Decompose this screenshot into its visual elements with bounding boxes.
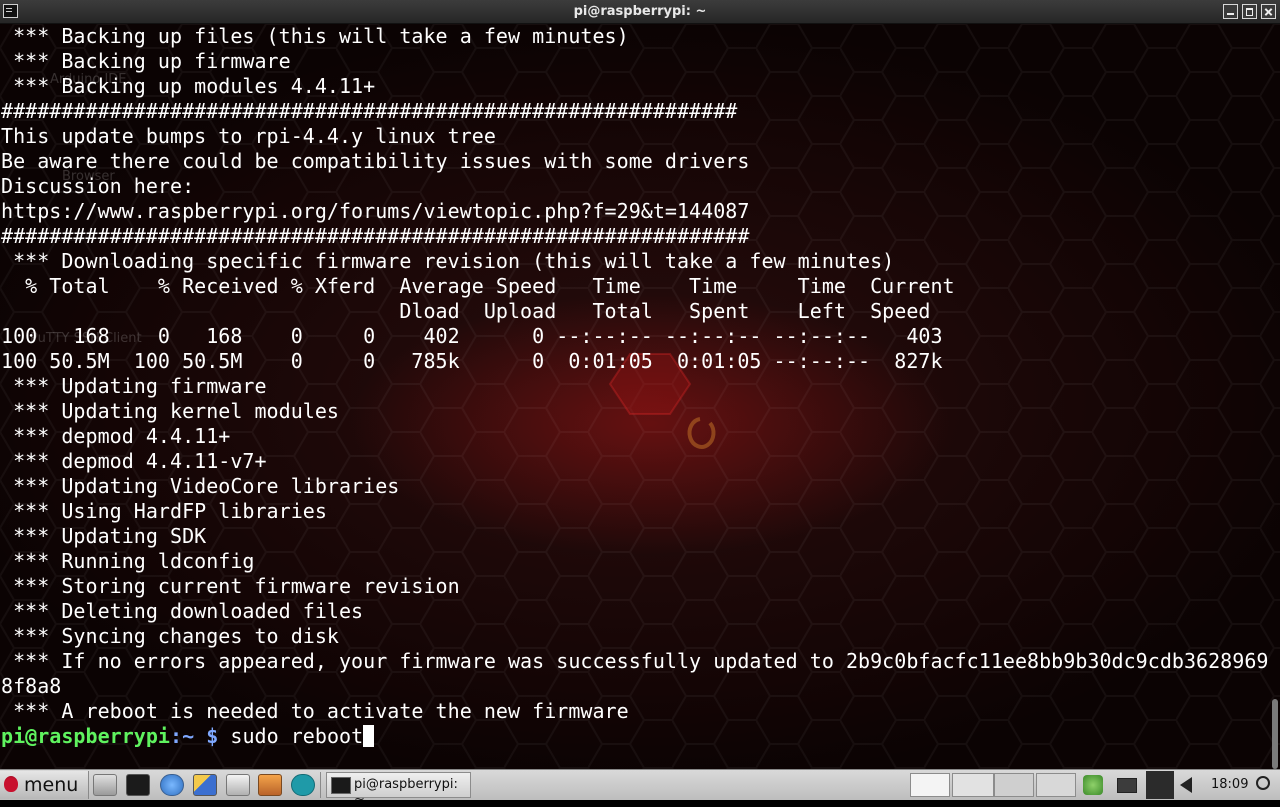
terminal-area[interactable]: Arduino IDE Browser PuTTY SSH Client ***… <box>0 24 1280 769</box>
raspberry-pi-logo-icon <box>4 776 18 792</box>
browser-icon[interactable] <box>160 774 184 796</box>
update-shield-icon[interactable] <box>1083 775 1103 795</box>
terminal-line: *** Backing up files (this will take a f… <box>1 24 629 48</box>
terminal-line: https://www.raspberrypi.org/forums/viewt… <box>1 199 750 223</box>
taskbar: menu pi@raspberrypi: ~ 18:09 <box>0 769 1280 807</box>
terminal-line: *** Backing up modules 4.4.11+ <box>1 74 376 98</box>
menu-label: menu <box>24 774 79 796</box>
terminal-line: *** Updating SDK <box>1 524 207 548</box>
terminal-line: *** depmod 4.4.11+ <box>1 424 231 448</box>
terminal-line: ########################################… <box>1 99 738 123</box>
prompt-symbol: $ <box>194 724 231 748</box>
maximize-button[interactable] <box>1242 4 1257 19</box>
files-icon[interactable] <box>226 774 250 796</box>
arduino-icon[interactable] <box>291 774 315 796</box>
terminal-line: 8f8a8 <box>1 674 62 698</box>
taskbar-separator <box>320 772 321 798</box>
terminal-line: *** Updating firmware <box>1 374 267 398</box>
home-icon[interactable] <box>258 774 282 796</box>
scrollbar-thumb[interactable] <box>1272 699 1278 769</box>
cpu-monitor-icon[interactable] <box>1117 778 1137 793</box>
window-titlebar[interactable]: pi@raspberrypi: ~ <box>0 0 1280 24</box>
terminal-line: *** Running ldconfig <box>1 549 255 573</box>
command-input[interactable]: sudo reboot <box>230 724 363 748</box>
terminal-output: *** Backing up files (this will take a f… <box>1 24 1268 749</box>
workspace-3[interactable] <box>994 773 1034 797</box>
terminal-line: *** Using HardFP libraries <box>1 499 327 523</box>
terminal-line: % Total % Received % Xferd Average Speed… <box>1 274 955 298</box>
volume-icon[interactable] <box>1180 777 1192 793</box>
close-button[interactable] <box>1261 4 1276 19</box>
text-cursor <box>363 725 375 747</box>
terminal-line: *** Downloading specific firmware revisi… <box>1 249 895 273</box>
menu-button[interactable]: menu <box>0 771 89 799</box>
prompt-path: :~ <box>170 724 195 748</box>
window-title: pi@raspberrypi: ~ <box>573 4 707 19</box>
terminal-line: *** Updating kernel modules <box>1 399 339 423</box>
task-label: pi@raspberrypi: ~ <box>354 777 458 807</box>
terminal-line: *** Deleting downloaded files <box>1 599 364 623</box>
minimize-button[interactable] <box>1223 4 1238 19</box>
terminal-line: 100 168 0 168 0 0 402 0 --:--:-- --:--:-… <box>1 324 943 348</box>
terminal-line: *** depmod 4.4.11-v7+ <box>1 449 267 473</box>
terminal-line: *** Backing up firmware <box>1 49 291 73</box>
command-prompt-line[interactable]: pi@raspberrypi:~ $ sudo reboot <box>1 724 1268 749</box>
prompt-user-host: pi@raspberrypi <box>1 724 170 748</box>
terminal-icon[interactable] <box>126 774 150 796</box>
workspace-2[interactable] <box>952 773 994 797</box>
terminal-scrollbar[interactable] <box>1272 24 1278 769</box>
terminal-line: *** A reboot is needed to activate the n… <box>1 699 629 723</box>
terminal-line: Discussion here: <box>1 174 195 198</box>
task-button-terminal[interactable]: pi@raspberrypi: ~ <box>326 772 471 807</box>
terminal-line: *** Storing current firmware revision <box>1 574 460 598</box>
workspace-4[interactable] <box>1036 773 1076 797</box>
terminal-icon <box>331 777 351 794</box>
power-icon[interactable] <box>1256 776 1270 790</box>
terminal-line: *** If no errors appeared, your firmware… <box>1 649 1269 673</box>
terminal-line: This update bumps to rpi-4.4.y linux tre… <box>1 124 496 148</box>
pen-icon[interactable] <box>1146 771 1174 799</box>
workspace-1[interactable] <box>910 773 950 797</box>
wrench-icon[interactable] <box>93 774 117 796</box>
terminal-line: ########################################… <box>1 224 750 248</box>
network-icon[interactable] <box>193 774 217 796</box>
clock: 18:09 <box>1211 777 1249 792</box>
terminal-line: *** Updating VideoCore libraries <box>1 474 400 498</box>
terminal-line: Be aware there could be compatibility is… <box>1 149 750 173</box>
terminal-line: Dload Upload Total Spent Left Speed <box>1 299 931 323</box>
terminal-line: 100 50.5M 100 50.5M 0 0 785k 0 0:01:05 0… <box>1 349 943 373</box>
terminal-line: *** Syncing changes to disk <box>1 624 339 648</box>
